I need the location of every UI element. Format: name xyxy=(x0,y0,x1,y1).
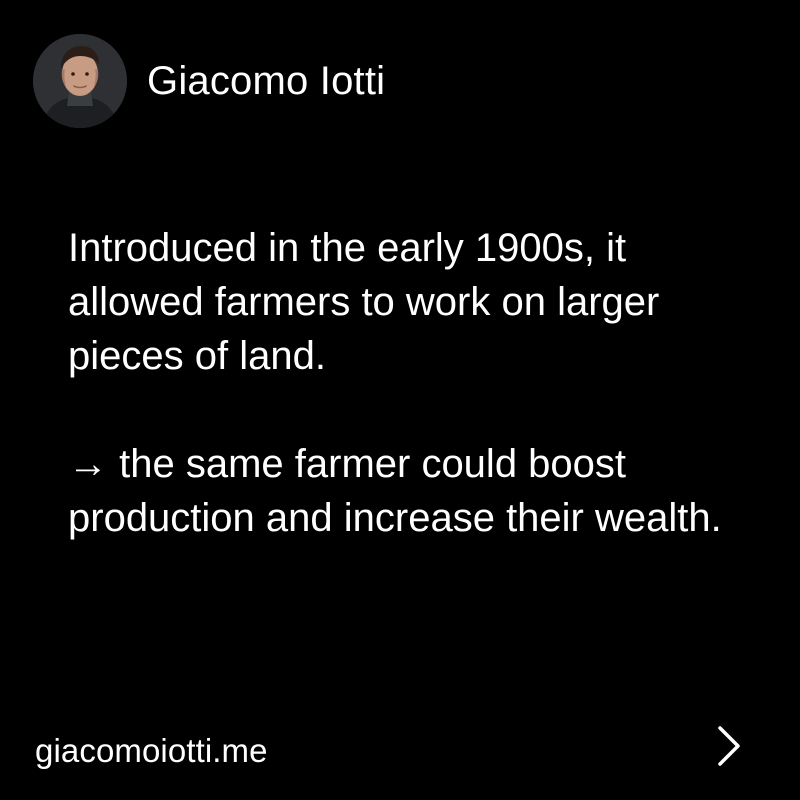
author-name: Giacomo Iotti xyxy=(147,59,386,103)
author-header: Giacomo Iotti xyxy=(33,34,385,128)
post-content: Introduced in the early 1900s, it allowe… xyxy=(68,221,748,545)
website-link[interactable]: giacomoiotti.me xyxy=(35,734,268,767)
chevron-right-icon[interactable] xyxy=(714,724,744,768)
post-paragraph: → the same farmer could boost production… xyxy=(68,442,722,540)
post-paragraph: Introduced in the early 1900s, it allowe… xyxy=(68,226,660,378)
avatar xyxy=(33,34,127,128)
